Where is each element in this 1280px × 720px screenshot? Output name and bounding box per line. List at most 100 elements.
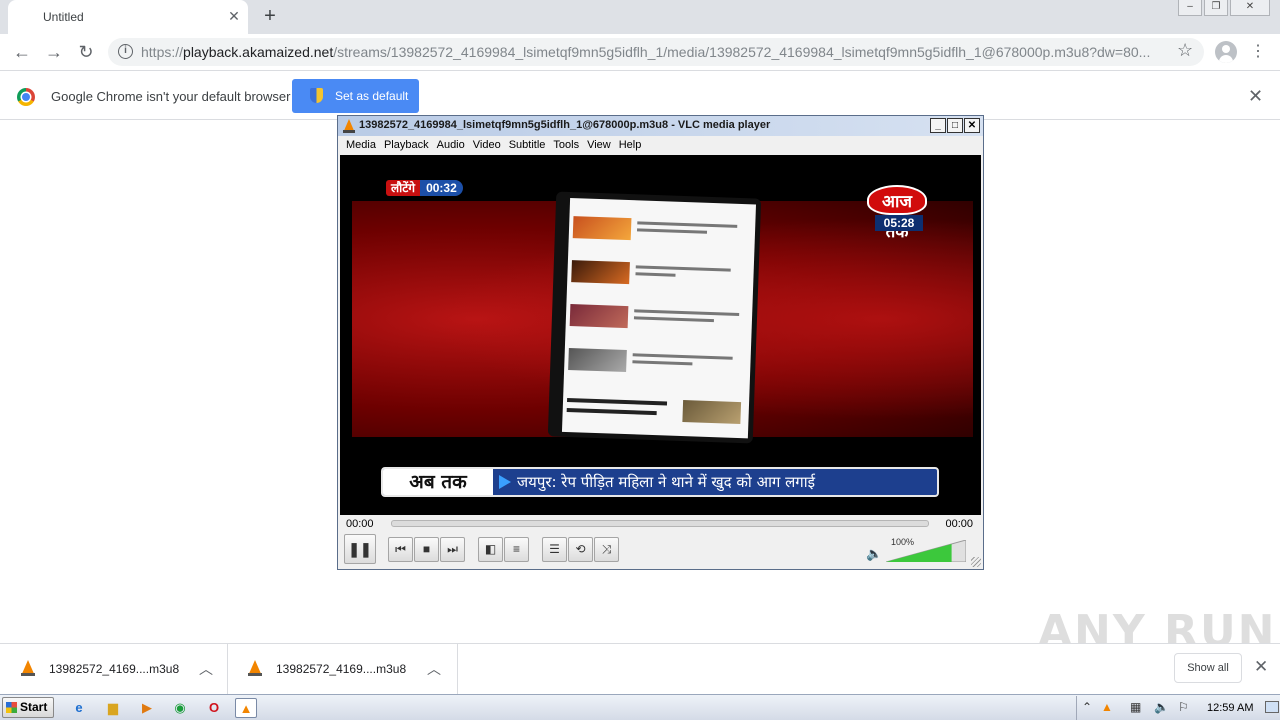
tab-close-icon[interactable]: ✕ [226, 8, 242, 24]
chrome-taskbar-icon[interactable]: ◉ [169, 698, 191, 718]
channel-clock: 05:28 [875, 215, 923, 231]
profile-avatar-icon[interactable] [1215, 41, 1237, 63]
speaker-icon[interactable]: 🔈 [866, 546, 882, 562]
news-row [568, 348, 747, 390]
vlc-menu-view[interactable]: View [583, 137, 615, 155]
show-desktop-icon[interactable] [1265, 701, 1279, 713]
chevron-up-icon[interactable]: ︿ [427, 659, 441, 679]
time-total: 00:00 [945, 518, 973, 530]
set-as-default-label: Set as default [335, 89, 409, 103]
windows-logo-icon [6, 702, 17, 713]
vlc-menu-video[interactable]: Video [469, 137, 505, 155]
countdown-time: 00:32 [420, 180, 463, 196]
fullscreen-button[interactable]: ◧ [478, 537, 503, 562]
tray-vlc-icon[interactable]: ▲ [1101, 700, 1113, 714]
browser-toolbar: ← → ↻ i https://playback.akamaized.net/s… [0, 34, 1280, 70]
url-host: playback.akamaized.net [183, 44, 334, 60]
url-text[interactable]: https://playback.akamaized.net/streams/1… [141, 44, 1166, 60]
restore-button[interactable]: ❐ [1204, 0, 1228, 16]
news-row [571, 260, 750, 302]
vlc-cone-icon [343, 119, 355, 133]
pause-button[interactable]: ❚❚ [344, 534, 376, 564]
video-countdown: लौटेंगे 00:32 [386, 180, 463, 196]
start-button[interactable]: Start [2, 697, 54, 718]
seek-slider[interactable] [391, 520, 929, 527]
opera-icon[interactable]: O [203, 698, 225, 718]
download-item[interactable]: 13982572_4169....m3u8 ︿ [0, 644, 228, 694]
shuffle-button[interactable]: ⤨ [594, 537, 619, 562]
address-bar[interactable]: i https://playback.akamaized.net/streams… [108, 38, 1204, 66]
loop-button[interactable]: ⟲ [568, 537, 593, 562]
vlc-menu-bar: Media Playback Audio Video Subtitle Tool… [338, 137, 983, 155]
vlc-file-icon [21, 660, 35, 676]
vlc-maximize-button[interactable]: □ [947, 118, 963, 133]
tray-expand-icon[interactable]: ⌃ [1082, 700, 1092, 714]
vlc-menu-audio[interactable]: Audio [433, 137, 469, 155]
previous-button[interactable]: ⏮ [388, 537, 413, 562]
set-as-default-button[interactable]: Set as default [292, 79, 419, 113]
vlc-minimize-button[interactable]: _ [930, 118, 946, 133]
countdown-label: लौटेंगे [386, 180, 421, 196]
vlc-window-controls: _ □ ✕ [930, 118, 980, 133]
browser-tab[interactable]: Untitled ✕ [8, 0, 248, 34]
channel-logo-text: आज तक [867, 185, 927, 241]
video-phone-image [547, 191, 762, 444]
uac-shield-icon [310, 88, 323, 103]
shelf-close-icon[interactable]: ✕ [1254, 657, 1268, 677]
ticker-arrow-icon [499, 475, 511, 489]
tray-network-icon[interactable]: ▦ [1130, 700, 1141, 714]
chrome-menu-icon[interactable]: ⋮ [1250, 42, 1266, 62]
stop-button[interactable]: ■ [414, 537, 439, 562]
resize-grip-icon[interactable] [971, 557, 981, 567]
bookmark-star-icon[interactable]: ☆ [1177, 40, 1193, 61]
close-window-button[interactable]: ✕ [1230, 0, 1270, 16]
default-browser-infobar: Google Chrome isn't your default browser… [0, 70, 1280, 120]
download-filename: 13982572_4169....m3u8 [49, 662, 180, 676]
url-path: /streams/13982572_4169984_lsimetqf9mn5g5… [333, 44, 1151, 60]
infobar-close-icon[interactable]: ✕ [1248, 86, 1263, 107]
vlc-controls: ❚❚ ⏮ ■ ⏭ ◧ ≡ ☰ ⟲ ⤨ 🔈 100% [338, 534, 983, 568]
tray-flag-icon[interactable]: ⚐ [1178, 700, 1189, 714]
news-ticker: अब तक जयपुर: रेप पीड़ित महिला ने थाने मे… [381, 467, 939, 497]
vlc-window-title: 13982572_4169984_lsimetqf9mn5g5idflh_1@6… [359, 119, 771, 131]
vlc-menu-playback[interactable]: Playback [380, 137, 433, 155]
show-all-button[interactable]: Show all [1174, 653, 1242, 683]
media-player-icon[interactable]: ▶ [136, 698, 158, 718]
minimize-button[interactable]: – [1178, 0, 1202, 16]
channel-logo: आज तक 05:28 [867, 185, 927, 241]
time-elapsed: 00:00 [346, 518, 374, 530]
ie-icon[interactable]: e [68, 698, 90, 718]
phone-screen [561, 197, 757, 439]
vlc-title-bar[interactable]: 13982572_4169984_lsimetqf9mn5g5idflh_1@6… [338, 116, 983, 136]
vlc-menu-help[interactable]: Help [615, 137, 646, 155]
download-item[interactable]: 13982572_4169....m3u8 ︿ [230, 644, 458, 694]
vlc-file-icon [248, 660, 262, 676]
chevron-up-icon[interactable]: ︿ [199, 659, 213, 679]
explorer-folder-icon[interactable]: ▆ [102, 698, 124, 718]
new-tab-button[interactable]: + [258, 5, 282, 29]
reload-icon[interactable]: ↻ [75, 41, 97, 63]
infobar-message: Google Chrome isn't your default browser [51, 89, 291, 104]
vlc-close-button[interactable]: ✕ [964, 118, 980, 133]
forward-icon[interactable]: → [43, 41, 65, 63]
ticker-label: अब तक [383, 469, 493, 495]
back-icon[interactable]: ← [11, 41, 33, 63]
extended-settings-button[interactable]: ≡ [504, 537, 529, 562]
system-tray: ⌃ ▲ ▦ 🔈 ⚐ 12:59 AM [1076, 696, 1280, 720]
tray-volume-icon[interactable]: 🔈 [1154, 700, 1169, 714]
video-frame[interactable]: लौटेंगे 00:32 आज तक 05:28 अब तक जयपुर: र… [340, 155, 981, 515]
playlist-button[interactable]: ☰ [542, 537, 567, 562]
chrome-logo-icon [17, 88, 35, 106]
taskbar-clock[interactable]: 12:59 AM [1207, 702, 1253, 714]
vlc-menu-tools[interactable]: Tools [549, 137, 583, 155]
site-info-icon[interactable]: i [118, 44, 133, 59]
download-filename: 13982572_4169....m3u8 [276, 662, 407, 676]
volume-percent: 100% [891, 537, 915, 547]
vlc-menu-media[interactable]: Media [342, 137, 380, 155]
start-label: Start [20, 700, 48, 714]
window-controls: – ❐ ✕ [1178, 0, 1270, 18]
next-button[interactable]: ⏭ [440, 537, 465, 562]
vlc-taskbar-icon[interactable]: ▲ [235, 698, 257, 718]
ticker-text: जयपुर: रेप पीड़ित महिला ने थाने में खुद … [517, 473, 815, 491]
vlc-menu-subtitle[interactable]: Subtitle [505, 137, 550, 155]
